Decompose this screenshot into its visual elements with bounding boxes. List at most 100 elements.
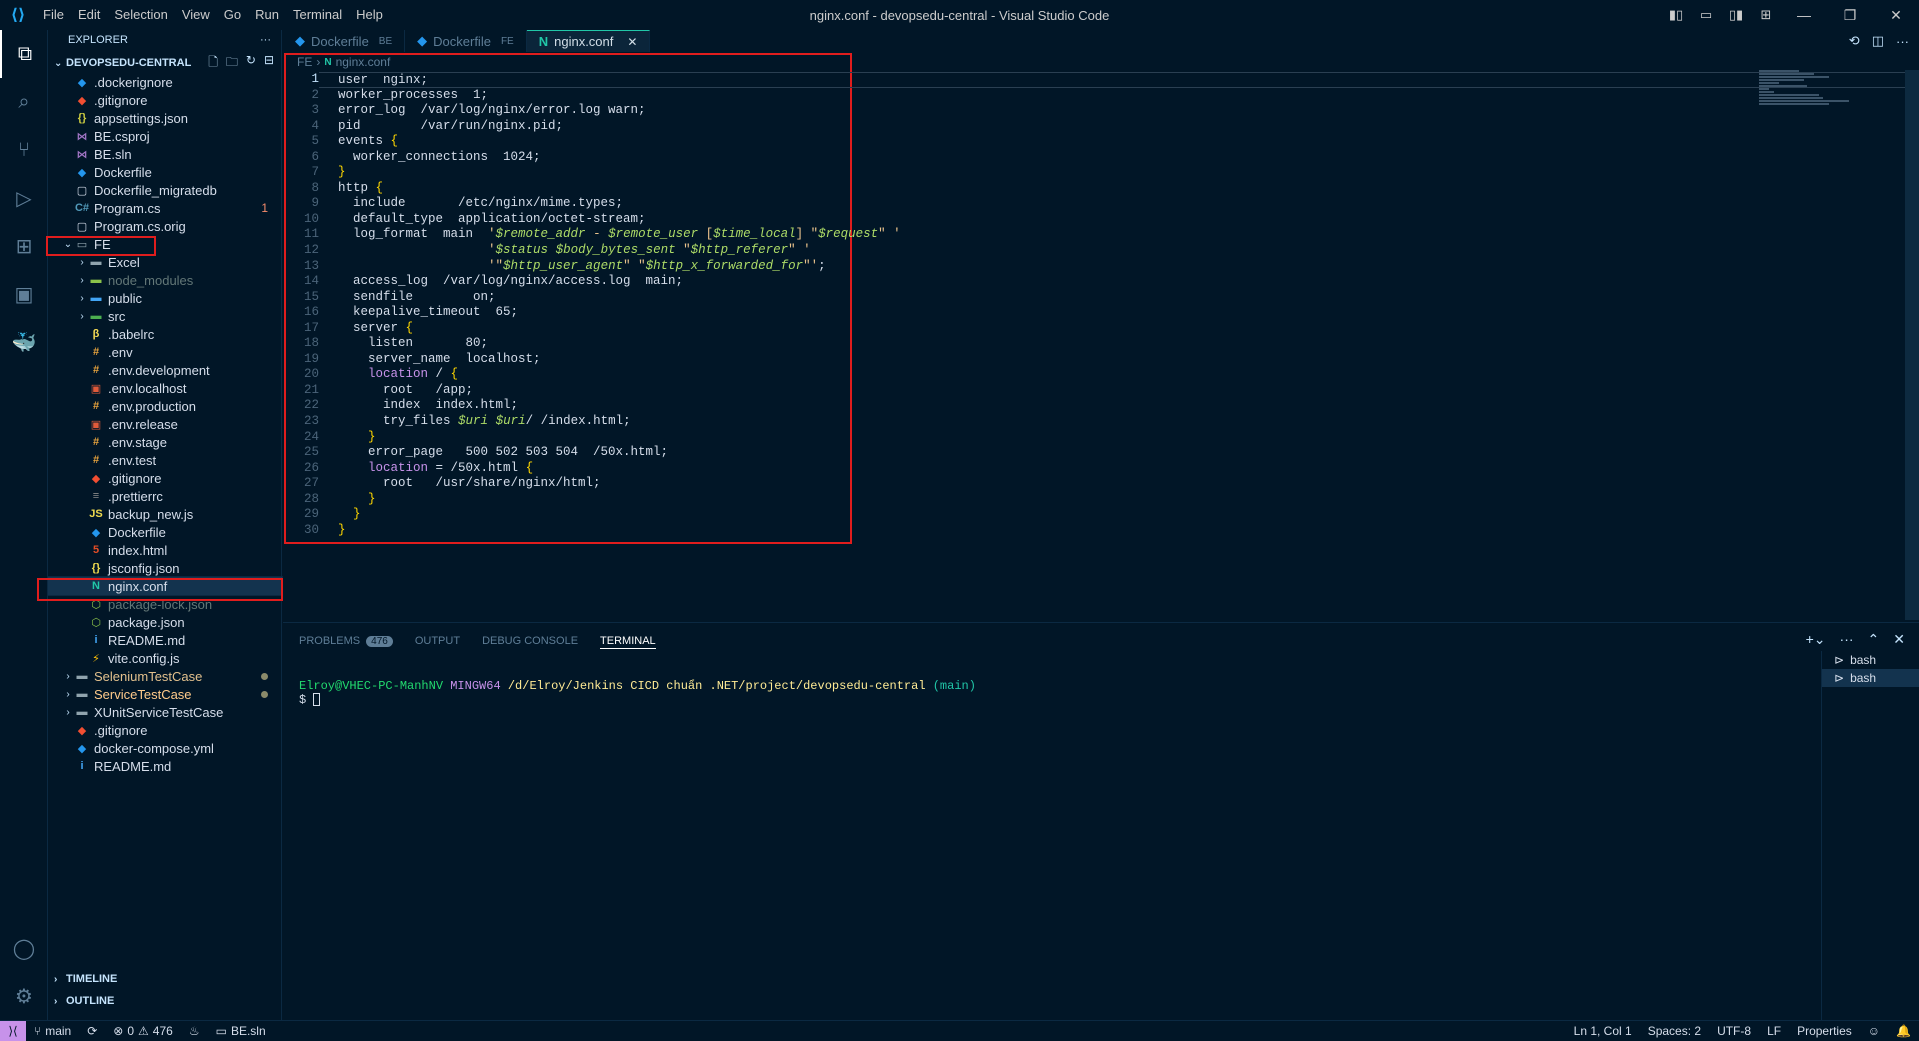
tree-folder[interactable]: › ▬ SeleniumTestCase	[48, 667, 282, 685]
code-line[interactable]: 14 access_log /var/log/nginx/access.log …	[283, 274, 1919, 290]
tree-folder[interactable]: › ▬ src	[48, 307, 282, 325]
tab-dockerfile-fe[interactable]: ◆ Dockerfile FE	[405, 30, 527, 52]
timeline-section[interactable]: › TIMELINE	[48, 968, 282, 990]
menu-help[interactable]: Help	[349, 0, 390, 30]
tree-file[interactable]: ▣ .env.release	[48, 415, 282, 433]
notifications-icon[interactable]: 🔔	[1888, 1024, 1919, 1038]
code-line[interactable]: 29 }	[283, 507, 1919, 523]
code-line[interactable]: 12 '$status $body_bytes_sent "$http_refe…	[283, 243, 1919, 259]
new-folder-icon[interactable]: 🗀	[226, 53, 238, 74]
flame-icon[interactable]: ♨	[181, 1024, 208, 1038]
tree-file[interactable]: {} appsettings.json	[48, 109, 282, 127]
tab-dockerfile-be[interactable]: ◆ Dockerfile BE	[283, 30, 406, 52]
menu-go[interactable]: Go	[217, 0, 248, 30]
tree-file[interactable]: # .env.development	[48, 361, 282, 379]
menu-file[interactable]: File	[36, 0, 71, 30]
feedback-icon[interactable]: ☺	[1860, 1024, 1888, 1038]
code-line[interactable]: 9 include /etc/nginx/mime.types;	[283, 196, 1919, 212]
docker-icon[interactable]: 🐳	[0, 318, 48, 366]
tree-folder[interactable]: › ▬ ServiceTestCase	[48, 685, 282, 703]
restore-icon[interactable]: ❐	[1827, 0, 1873, 30]
menu-selection[interactable]: Selection	[107, 0, 174, 30]
editor-scrollbar[interactable]	[1905, 70, 1919, 620]
toggle-primary-sidebar-icon[interactable]: ▮▯	[1661, 0, 1691, 30]
code-line[interactable]: 28 }	[283, 492, 1919, 508]
code-line[interactable]: 15 sendfile on;	[283, 290, 1919, 306]
outline-section[interactable]: › OUTLINE	[48, 990, 282, 1012]
code-line[interactable]: 23 try_files $uri $uri/ /index.html;	[283, 414, 1919, 430]
menu-view[interactable]: View	[175, 0, 217, 30]
more-actions-icon[interactable]: ···	[1896, 34, 1909, 49]
tree-file[interactable]: ▢ Dockerfile_migratedb	[48, 181, 282, 199]
tree-file[interactable]: ◆ .gitignore	[48, 721, 282, 739]
encoding[interactable]: UTF-8	[1709, 1024, 1759, 1038]
code-line[interactable]: 21 root /app;	[283, 383, 1919, 399]
code-line[interactable]: 26 location = /50x.html {	[283, 461, 1919, 477]
tree-file[interactable]: ≡ .prettierrc	[48, 487, 282, 505]
language-mode[interactable]: Properties	[1789, 1024, 1860, 1038]
minimap[interactable]	[1759, 70, 1859, 130]
tree-file[interactable]: ◆ Dockerfile	[48, 163, 282, 181]
customize-layout-icon[interactable]: ⊞	[1751, 0, 1781, 30]
more-actions-icon[interactable]: ···	[1840, 631, 1854, 648]
tree-file[interactable]: i README.md	[48, 631, 282, 649]
tree-file[interactable]: 5 index.html	[48, 541, 282, 559]
tab-nginx-conf[interactable]: N nginx.conf ✕	[526, 30, 651, 52]
tree-file[interactable]: ◆ Dockerfile	[48, 523, 282, 541]
tree-folder[interactable]: › ▬ Excel	[48, 253, 282, 271]
search-icon[interactable]: ⌕	[0, 78, 48, 126]
tree-file[interactable]: ⚡ vite.config.js	[48, 649, 282, 667]
tree-folder[interactable]: › ▬ node_modules	[48, 271, 282, 289]
code-line[interactable]: 27 root /usr/share/nginx/html;	[283, 476, 1919, 492]
code-line[interactable]: 18 listen 80;	[283, 336, 1919, 352]
tree-file[interactable]: ⬡ package.json	[48, 613, 282, 631]
timeline-history-icon[interactable]: ⟲	[1849, 33, 1860, 49]
code-line[interactable]: 16 keepalive_timeout 65;	[283, 305, 1919, 321]
problems-status[interactable]: ⊗ 0 ⚠ 476	[105, 1024, 181, 1038]
menu-edit[interactable]: Edit	[71, 0, 107, 30]
tree-file[interactable]: Nnginx.conf	[47, 576, 283, 596]
remote-indicator-icon[interactable]: ⟩⟨	[0, 1020, 26, 1041]
breadcrumb-file[interactable]: nginx.conf	[336, 55, 391, 69]
code-line[interactable]: 10 default_type application/octet-stream…	[283, 212, 1919, 228]
tree-file[interactable]: ▣ .env.localhost	[48, 379, 282, 397]
tree-file[interactable]: i README.md	[48, 757, 282, 775]
tree-file[interactable]: ▢ Program.cs.orig	[48, 217, 282, 235]
tab-problems[interactable]: PROBLEMS 476	[299, 633, 393, 649]
toggle-secondary-sidebar-icon[interactable]: ▯▮	[1721, 0, 1751, 30]
end-of-line[interactable]: LF	[1759, 1024, 1789, 1038]
tree-file[interactable]: # .env	[48, 343, 282, 361]
new-terminal-icon[interactable]: +⌄	[1806, 631, 1826, 648]
explorer-icon[interactable]: ⧉	[0, 30, 48, 78]
new-file-icon[interactable]: 🗋	[208, 53, 218, 74]
branch-status[interactable]: ⑂ main	[26, 1024, 79, 1038]
minimize-icon[interactable]: —	[1781, 0, 1827, 30]
tree-folder[interactable]: ⌄ ▭ FE	[48, 235, 282, 253]
tree-file[interactable]: β .babelrc	[48, 325, 282, 343]
extensions-icon[interactable]: ⊞	[0, 222, 48, 270]
tree-file[interactable]: JS backup_new.js	[48, 505, 282, 523]
source-control-icon[interactable]: ⑂	[0, 126, 48, 174]
code-line[interactable]: 25 error_page 500 502 503 504 /50x.html;	[283, 445, 1919, 461]
run-debug-icon[interactable]: ▷	[0, 174, 48, 222]
sync-icon[interactable]: ⟳	[79, 1024, 105, 1038]
tree-file[interactable]: {} jsconfig.json	[48, 559, 282, 577]
code-line[interactable]: 22 index index.html;	[283, 398, 1919, 414]
toggle-panel-icon[interactable]: ▭	[1691, 0, 1721, 30]
code-line[interactable]: 2 worker_processes 1;	[283, 88, 1919, 104]
terminal-instance[interactable]: ⊳ bash	[1822, 669, 1919, 687]
tab-terminal[interactable]: TERMINAL	[600, 633, 656, 649]
close-panel-icon[interactable]: ✕	[1893, 631, 1905, 648]
maximize-panel-icon[interactable]: ⌃	[1868, 631, 1880, 648]
code-line[interactable]: 11 log_format main '$remote_addr - $remo…	[283, 227, 1919, 243]
refresh-icon[interactable]: ↻	[246, 53, 256, 74]
code-line[interactable]: 8 http {	[283, 181, 1919, 197]
tree-file[interactable]: ⬡ package-lock.json	[48, 595, 282, 613]
breadcrumb-folder[interactable]: FE	[297, 55, 312, 69]
tree-file[interactable]: ◆ .gitignore	[48, 469, 282, 487]
menu-run[interactable]: Run	[248, 0, 286, 30]
tree-file[interactable]: # .env.test	[48, 451, 282, 469]
tree-file[interactable]: ⋈ BE.csproj	[48, 127, 282, 145]
tree-file[interactable]: ⋈ BE.sln	[48, 145, 282, 163]
split-editor-icon[interactable]: ◫	[1872, 33, 1884, 49]
